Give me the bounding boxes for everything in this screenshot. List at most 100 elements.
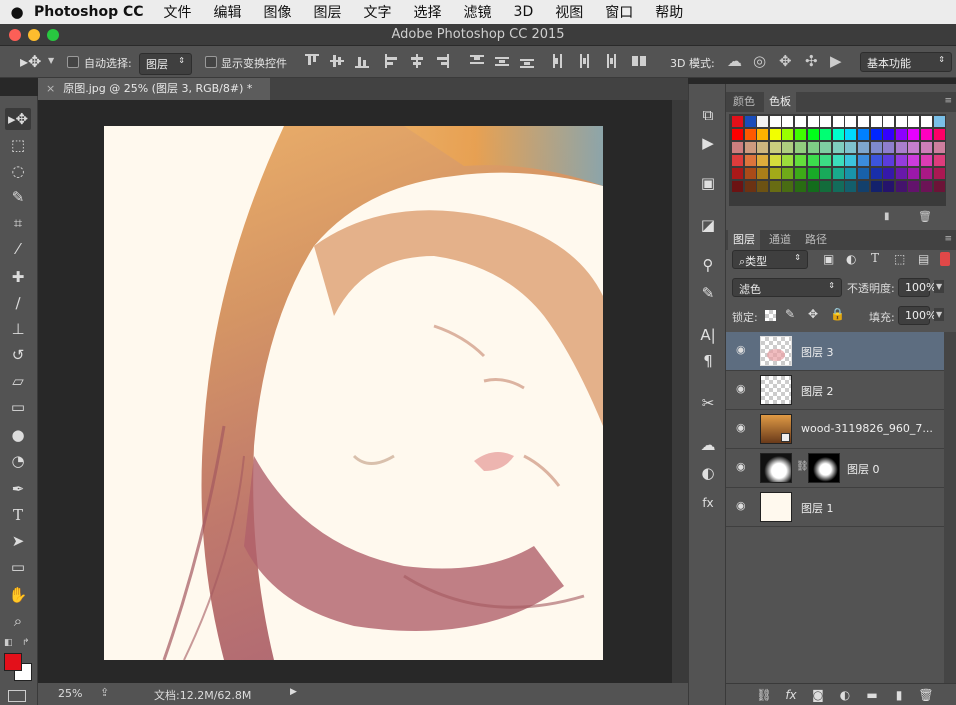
color-swatch[interactable] bbox=[769, 142, 781, 153]
layer-mask-thumbnail[interactable] bbox=[808, 453, 840, 483]
styles-panel-icon[interactable]: fx bbox=[697, 492, 719, 514]
color-swatch[interactable] bbox=[832, 142, 844, 153]
color-swatch[interactable] bbox=[820, 116, 832, 127]
color-swatch[interactable] bbox=[820, 142, 832, 153]
color-swatch[interactable] bbox=[807, 168, 819, 179]
delete-layer-icon[interactable]: 🗑 bbox=[918, 687, 934, 703]
color-swatch[interactable] bbox=[908, 142, 920, 153]
color-swatch[interactable] bbox=[744, 181, 756, 192]
color-swatch[interactable] bbox=[908, 181, 920, 192]
color-swatch[interactable] bbox=[845, 155, 857, 166]
align-left-icon[interactable] bbox=[385, 54, 399, 68]
new-adjustment-icon[interactable]: ◐ bbox=[837, 687, 853, 703]
color-swatch[interactable] bbox=[732, 155, 743, 166]
color-swatch[interactable] bbox=[870, 168, 882, 179]
path-select-tool-icon[interactable]: ➤ bbox=[5, 530, 31, 552]
visibility-eye-icon[interactable]: ◉ bbox=[736, 383, 750, 394]
info-panel-icon[interactable]: ▣ bbox=[697, 172, 719, 194]
color-swatch[interactable] bbox=[732, 129, 743, 140]
new-group-icon[interactable]: ▬ bbox=[864, 687, 880, 703]
color-swatch[interactable] bbox=[895, 181, 907, 192]
color-swatch[interactable] bbox=[870, 181, 882, 192]
menu-help[interactable]: 帮助 bbox=[655, 2, 683, 22]
status-menu-arrow-icon[interactable]: ▶ bbox=[290, 687, 297, 697]
menu-3d[interactable]: 3D bbox=[514, 4, 534, 20]
color-swatch[interactable] bbox=[858, 181, 869, 192]
layer-name[interactable]: 图层 0 bbox=[847, 461, 880, 477]
color-swatch[interactable] bbox=[782, 129, 794, 140]
libraries-panel-icon[interactable]: ☁ bbox=[697, 434, 719, 456]
color-swatch[interactable] bbox=[732, 181, 743, 192]
clone-stamp-tool-icon[interactable]: ⊥ bbox=[5, 318, 31, 340]
align-right-icon[interactable] bbox=[435, 54, 449, 68]
actions-panel-icon[interactable]: ▶ bbox=[697, 132, 719, 154]
3d-slide-icon[interactable]: ✣ bbox=[805, 52, 818, 70]
healing-brush-tool-icon[interactable]: ✚ bbox=[5, 266, 31, 288]
fill-input[interactable]: 100% bbox=[898, 306, 936, 325]
color-swatch[interactable] bbox=[757, 168, 769, 179]
color-swatch[interactable] bbox=[921, 181, 932, 192]
color-swatch[interactable] bbox=[757, 181, 769, 192]
swap-colors-icon[interactable]: ↱ bbox=[22, 638, 30, 648]
color-swatch[interactable] bbox=[820, 155, 832, 166]
layer-name[interactable]: 图层 1 bbox=[801, 500, 834, 516]
lock-pixels-icon[interactable]: ✎ bbox=[785, 307, 795, 321]
tab-layers[interactable]: 图层 bbox=[728, 230, 760, 250]
align-bottom-icon[interactable] bbox=[355, 54, 369, 68]
layers-scrollbar[interactable] bbox=[944, 332, 956, 683]
color-swatch[interactable] bbox=[908, 168, 920, 179]
color-swatch[interactable] bbox=[807, 129, 819, 140]
color-swatch[interactable] bbox=[883, 155, 895, 166]
document-tab[interactable]: × 原图.jpg @ 25% (图层 3, RGB/8#) * bbox=[38, 78, 270, 100]
color-swatch[interactable] bbox=[870, 116, 882, 127]
color-swatch[interactable] bbox=[858, 129, 869, 140]
filter-adjustment-icon[interactable]: ◐ bbox=[846, 252, 856, 266]
layer-name[interactable]: 图层 2 bbox=[801, 383, 834, 399]
color-swatch[interactable] bbox=[757, 142, 769, 153]
delete-swatch-icon[interactable]: 🗑 bbox=[918, 210, 932, 223]
align-top-icon[interactable] bbox=[305, 54, 319, 68]
blend-mode-select[interactable]: 滤色 ⇕ bbox=[732, 278, 842, 297]
vertical-scrollbar[interactable] bbox=[672, 100, 688, 683]
apple-icon[interactable]: ● bbox=[0, 3, 34, 21]
color-swatch[interactable] bbox=[795, 142, 806, 153]
color-swatch[interactable] bbox=[795, 155, 806, 166]
color-swatch[interactable] bbox=[908, 116, 920, 127]
menu-filter[interactable]: 滤镜 bbox=[464, 2, 492, 22]
color-swatch[interactable] bbox=[908, 155, 920, 166]
distribute-bottom-icon[interactable] bbox=[520, 54, 534, 68]
rectangle-tool-icon[interactable]: ▭ bbox=[5, 556, 31, 578]
color-swatch[interactable] bbox=[744, 142, 756, 153]
move-tool-preset-icon[interactable]: ▸✥ bbox=[20, 52, 41, 71]
tab-color[interactable]: 颜色 bbox=[728, 92, 760, 112]
menu-edit[interactable]: 编辑 bbox=[214, 2, 242, 22]
hand-tool-icon[interactable]: ✋ bbox=[5, 584, 31, 606]
panel-menu-icon[interactable]: ≡ bbox=[944, 234, 952, 244]
color-swatch[interactable] bbox=[933, 155, 945, 166]
type-tool-icon[interactable]: T bbox=[5, 504, 31, 526]
layer-row[interactable]: ◉ 图层 1 bbox=[726, 488, 944, 527]
fill-chevron-icon[interactable]: ▼ bbox=[934, 308, 945, 321]
color-swatch[interactable] bbox=[895, 116, 907, 127]
crop-tool-icon[interactable]: ⌗ bbox=[5, 212, 31, 234]
color-swatch[interactable] bbox=[883, 181, 895, 192]
visibility-eye-icon[interactable]: ◉ bbox=[736, 422, 750, 433]
menu-file[interactable]: 文件 bbox=[164, 2, 192, 22]
color-swatch[interactable] bbox=[895, 129, 907, 140]
eyedropper-tool-icon[interactable]: ⁄ bbox=[5, 238, 31, 260]
color-swatch[interactable] bbox=[757, 155, 769, 166]
add-style-icon[interactable]: fx bbox=[783, 687, 799, 703]
color-swatch[interactable] bbox=[883, 129, 895, 140]
color-swatch[interactable] bbox=[820, 129, 832, 140]
color-swatch[interactable] bbox=[744, 168, 756, 179]
add-mask-icon[interactable]: ◙ bbox=[810, 687, 826, 703]
brush-presets-icon[interactable]: ⚲ bbox=[697, 254, 719, 276]
filter-smart-object-icon[interactable]: ▤ bbox=[918, 252, 929, 266]
filter-toggle-icon[interactable] bbox=[940, 252, 950, 266]
color-swatch[interactable] bbox=[782, 181, 794, 192]
visibility-eye-icon[interactable]: ◉ bbox=[736, 344, 750, 355]
new-swatch-icon[interactable]: ▮ bbox=[884, 211, 896, 222]
tab-paths[interactable]: 路径 bbox=[800, 230, 832, 250]
properties-panel-icon[interactable]: ◪ bbox=[697, 214, 719, 236]
distribute-vcenter-icon[interactable] bbox=[495, 54, 509, 68]
